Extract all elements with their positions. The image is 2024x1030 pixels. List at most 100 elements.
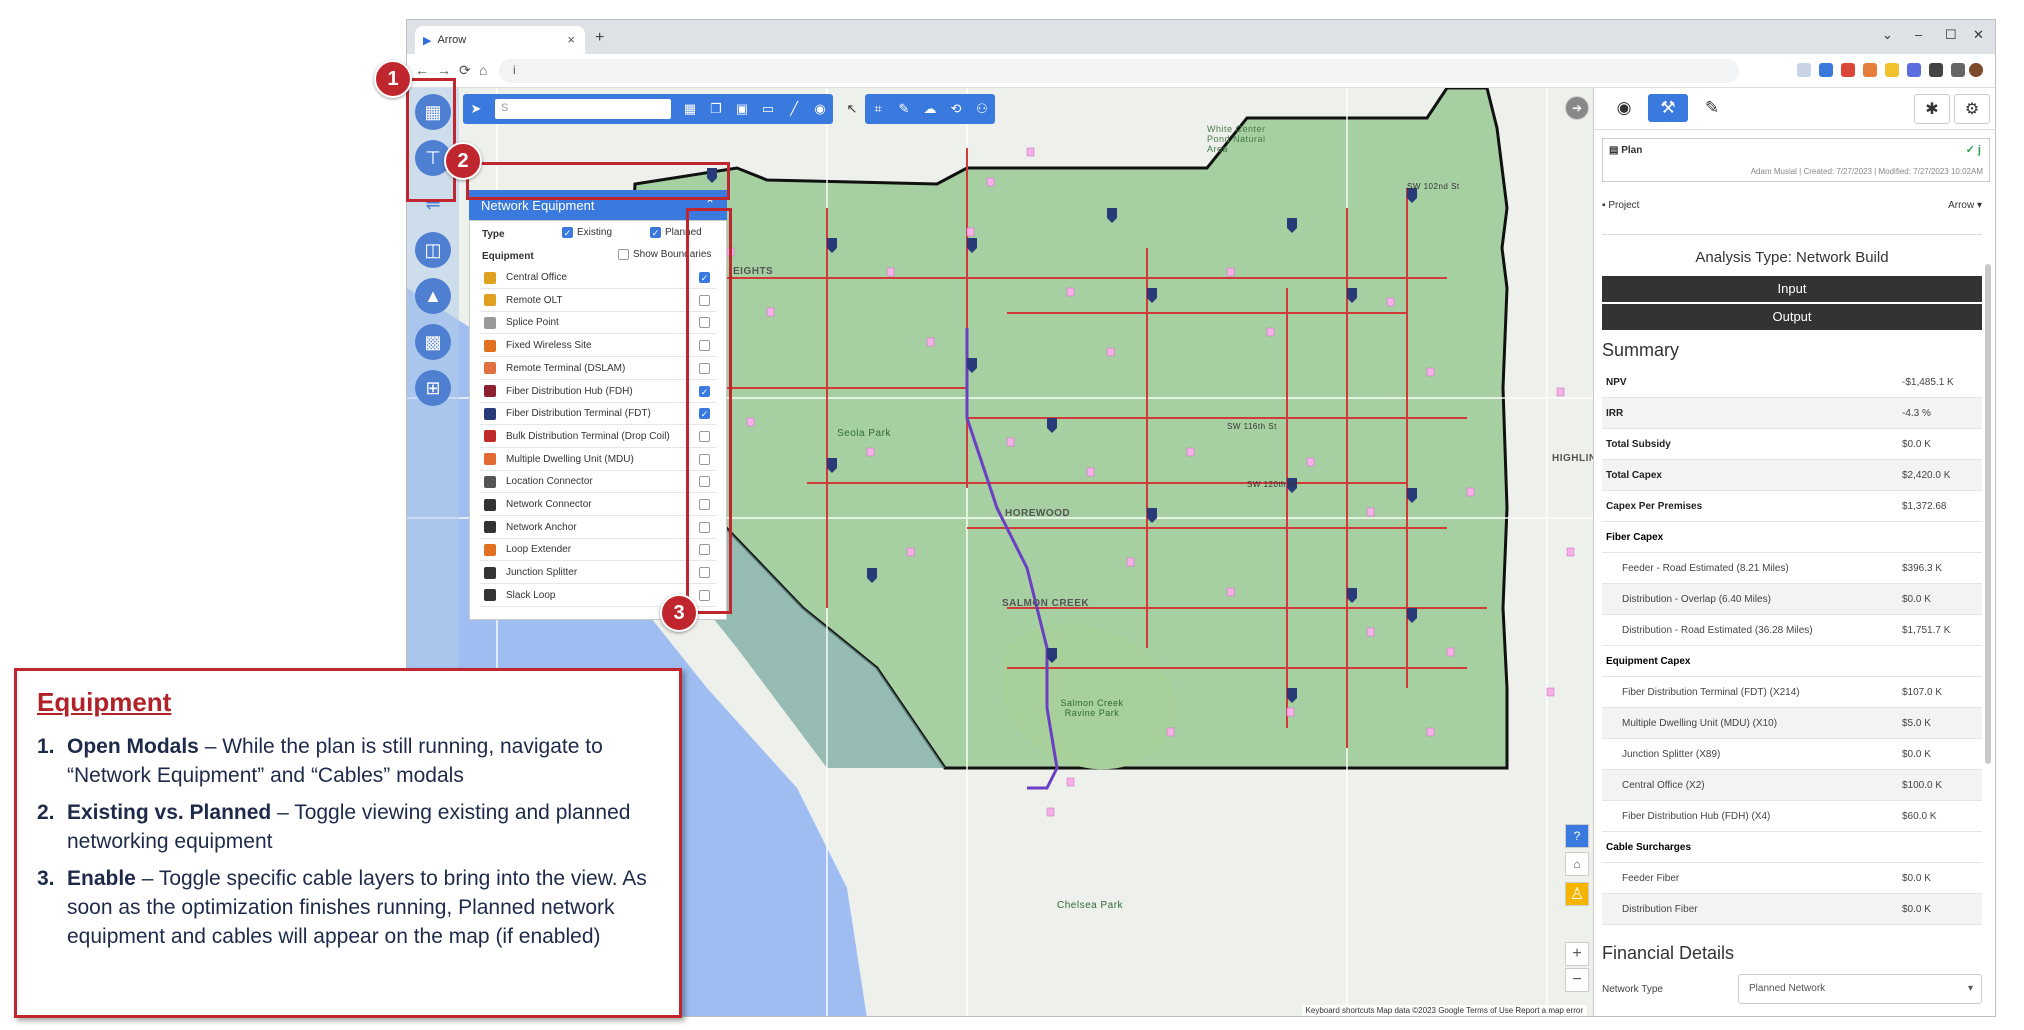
instruction-number: 1. [37, 735, 55, 758]
save-icon[interactable]: ▣ [729, 94, 755, 124]
close-tab-icon[interactable]: × [567, 32, 575, 47]
equipment-row[interactable]: Splice Point [480, 312, 716, 335]
summary-key: Capex Per Premises [1606, 500, 1703, 512]
minimize-button[interactable]: – [1915, 27, 1922, 42]
annotation-box-3 [686, 208, 732, 614]
arrow-logo-icon: ▶ [423, 34, 432, 47]
map-search-input[interactable]: S [495, 99, 671, 119]
url-field[interactable]: i [499, 59, 1739, 83]
equipment-label: Remote OLT [506, 294, 563, 306]
eye-icon[interactable]: ◉ [807, 94, 833, 124]
home-icon[interactable]: ⌂ [479, 62, 487, 78]
equipment-row[interactable]: Bulk Distribution Terminal (Drop Coil) [480, 426, 716, 448]
equipment-type-icon [484, 498, 496, 511]
project-row[interactable]: ▪ Project Arrow ▾ [1602, 200, 1990, 211]
grid-view-icon[interactable]: ▦ [677, 94, 703, 124]
equipment-row[interactable]: Fixed Wireless Site [480, 335, 716, 358]
instruction-heading: Open Modals [67, 735, 199, 758]
summary-value: $0.0 K [1902, 903, 1931, 915]
equipment-label: Remote Terminal (DSLAM) [506, 362, 626, 374]
existing-checkbox[interactable]: ✓ [562, 227, 573, 238]
tab-bar: ▶ Arrow × + ⌄ – ☐ ✕ [407, 20, 1995, 54]
chevron-down-icon: ▾ [1967, 983, 1973, 994]
back-icon[interactable]: ← [415, 62, 429, 78]
edit-pencil-icon[interactable]: ✎ [1692, 94, 1732, 122]
planned-checkbox[interactable]: ✓ [650, 227, 661, 238]
map-type-icon[interactable]: ⌂ [1565, 852, 1589, 876]
copy-icon[interactable]: ❐ [703, 94, 729, 124]
collapse-panel-icon[interactable]: ➔ [1565, 96, 1589, 120]
grid-icon[interactable]: ⊞ [415, 370, 451, 406]
tab-search-icon[interactable]: ⌄ [1882, 27, 1893, 43]
equipment-row[interactable]: Loop Extender [480, 539, 716, 562]
bug-icon[interactable]: ✱ [1914, 94, 1950, 124]
panel-scrollbar[interactable] [1985, 264, 1991, 764]
summary-value: $2,420.0 K [1902, 469, 1951, 481]
share-icon[interactable] [1797, 63, 1811, 77]
equipment-row[interactable]: Central Office ✓ [480, 267, 716, 289]
equipment-type-icon [484, 566, 496, 579]
summary-table: NPV -$1,485.1 K IRR -4.3 % Total Subsidy $0.0… [1602, 367, 1982, 925]
instruction-body: Open Modals – While the plan is still ru… [67, 732, 659, 790]
street-view-pegman-icon[interactable]: ♙ [1565, 882, 1589, 906]
folder-icon[interactable]: ▭ [755, 94, 781, 124]
summary-value: $0.0 K [1902, 872, 1931, 884]
toolbar-search-group: ➤ S ▦ ❐ ▣ ▭ ╱ ◉ [463, 94, 833, 124]
cloud-icon[interactable]: ☁ [917, 94, 943, 124]
instruction-number: 3. [37, 867, 55, 890]
zoom-in-button[interactable]: + [1565, 942, 1589, 966]
select-area-icon[interactable]: ⌗ [865, 94, 891, 124]
extension-icon[interactable] [1907, 63, 1921, 77]
browser-tab[interactable]: ▶ Arrow × [415, 26, 585, 54]
zoom-out-button[interactable]: − [1565, 968, 1589, 992]
forward-icon[interactable]: → [437, 62, 451, 78]
summary-row: Fiber Distribution Terminal (FDT) (X214)… [1602, 677, 1982, 708]
equipment-row[interactable]: Location Connector [480, 471, 716, 494]
view-eye-icon[interactable]: ◉ [1604, 94, 1644, 122]
equipment-row[interactable]: Junction Splitter [480, 562, 716, 585]
close-window-button[interactable]: ✕ [1973, 27, 1984, 43]
arrow-logo-icon[interactable]: ➤ [463, 94, 489, 124]
tools-hammer-icon[interactable]: ⚒ [1648, 94, 1688, 122]
profile-avatar[interactable] [1969, 63, 1983, 77]
user-settings-icon[interactable]: ⚇ [969, 94, 995, 124]
analysis-panel: ◉ ⚒ ✎ ✱ ⚙ ▤ Plan ✓ j Adam Musial | Creat… [1593, 88, 1995, 1016]
new-tab-button[interactable]: + [595, 29, 604, 47]
extension-icon[interactable] [1863, 63, 1877, 77]
output-button[interactable]: Output [1602, 304, 1982, 330]
network-type-select[interactable]: Planned Network ▾ [1738, 974, 1982, 1004]
existing-toggle[interactable]: ✓ Existing [562, 227, 612, 238]
checkered-flag-icon[interactable]: ▩ [415, 324, 451, 360]
reload-icon[interactable]: ⟳ [459, 62, 471, 79]
settings-gear-icon[interactable]: ⚙ [1954, 94, 1990, 124]
help-icon[interactable]: ? [1565, 824, 1589, 848]
equipment-type-icon [484, 475, 496, 488]
equipment-row[interactable]: Remote Terminal (DSLAM) [480, 358, 716, 380]
extension-icon[interactable] [1841, 63, 1855, 77]
equipment-row[interactable]: Remote OLT [480, 290, 716, 312]
equipment-row[interactable]: Network Anchor [480, 517, 716, 539]
show-boundaries-checkbox[interactable] [618, 249, 629, 260]
pencil-icon[interactable]: ✎ [891, 94, 917, 124]
sidebar-icon[interactable] [1951, 63, 1965, 77]
refresh-icon[interactable]: ⟲ [943, 94, 969, 124]
map-label-sw-102nd: SW 102nd St [1407, 182, 1460, 191]
extensions-puzzle-icon[interactable] [1929, 63, 1943, 77]
equipment-row[interactable]: Fiber Distribution Terminal (FDT) ✓ [480, 403, 716, 426]
equipment-row[interactable]: Network Connector [480, 494, 716, 516]
equipment-row[interactable]: Fiber Distribution Hub (FDH) ✓ [480, 381, 716, 403]
input-button[interactable]: Input [1602, 276, 1982, 302]
extension-icon[interactable] [1885, 63, 1899, 77]
ruler-icon[interactable]: ╱ [781, 94, 807, 124]
equipment-label: Loop Extender [506, 544, 572, 556]
equipment-label: Junction Splitter [506, 567, 578, 579]
boundary-icon[interactable]: ◫ [415, 232, 451, 268]
pointer-icon[interactable]: ↖ [839, 94, 865, 124]
road-icon[interactable]: ▲ [415, 278, 451, 314]
equipment-row[interactable]: Multiple Dwelling Unit (MDU) [480, 449, 716, 471]
bookmark-star-icon[interactable] [1819, 63, 1833, 77]
equipment-type-icon [484, 453, 496, 466]
project-selector[interactable]: Arrow ▾ [1948, 200, 1982, 211]
maximize-button[interactable]: ☐ [1945, 27, 1957, 43]
instruction-heading: Existing vs. Planned [67, 801, 272, 824]
